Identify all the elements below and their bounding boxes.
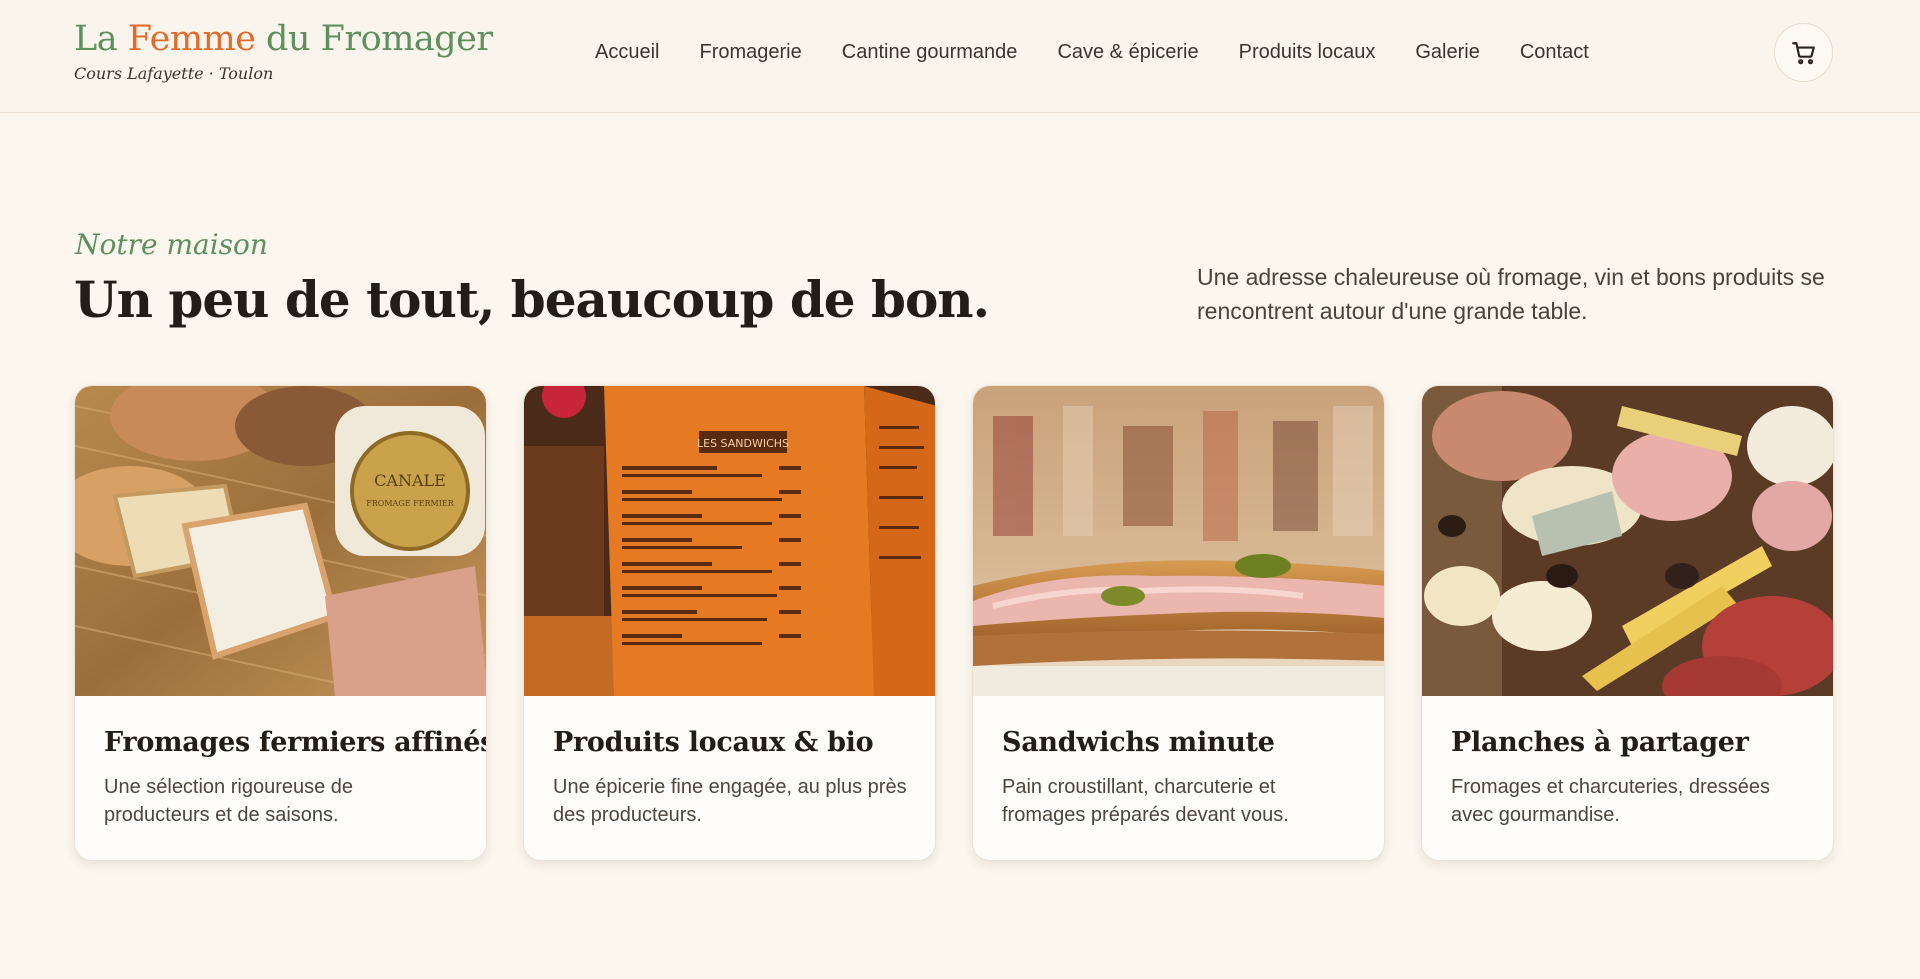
cheese-label-2: FROMAGE FERMIER xyxy=(366,499,454,508)
card-title: Sandwichs minute xyxy=(1002,727,1275,758)
feature-cards: CANALE FROMAGE FERMIER Fromages fermiers… xyxy=(74,385,1834,861)
nav-item-accueil[interactable]: Accueil xyxy=(595,39,659,65)
card-sandwichs[interactable]: Sandwichs minute Pain croustillant, char… xyxy=(972,385,1385,861)
nav-item-galerie[interactable]: Galerie xyxy=(1415,39,1479,65)
nav-item-contact[interactable]: Contact xyxy=(1520,39,1589,65)
section-headline: Un peu de tout, beaucoup de bon. xyxy=(74,270,990,329)
card-title: Planches à partager xyxy=(1451,727,1749,758)
card-produits-locaux[interactable]: LES SANDWICHS Produits locaux & bio Une … xyxy=(523,385,936,861)
brand-logo[interactable]: La Femme du Fromager Cours Lafayette · T… xyxy=(74,18,493,83)
brand-title-part2: du Fromager xyxy=(255,19,493,59)
nav-item-cantine-gourmande[interactable]: Cantine gourmande xyxy=(842,39,1018,65)
card-description: Une épicerie fine engagée, au plus près … xyxy=(553,776,907,826)
brand-title-part1: La xyxy=(74,19,128,59)
card-description: Pain croustillant, charcuterie et fromag… xyxy=(1002,776,1289,826)
cheese-label-1: CANALE xyxy=(374,471,446,490)
sandwich-menu-photo: LES SANDWICHS xyxy=(524,386,935,696)
baguette-sandwich-photo xyxy=(973,386,1384,696)
sharing-board-photo xyxy=(1422,386,1833,696)
nav-item-cave-epicerie[interactable]: Cave & épicerie xyxy=(1057,39,1198,65)
site-header: La Femme du Fromager Cours Lafayette · T… xyxy=(0,0,1920,113)
main-nav: Accueil Fromagerie Cantine gourmande Cav… xyxy=(595,39,1589,65)
section-kicker: Notre maison xyxy=(75,228,268,261)
menu-heading: LES SANDWICHS xyxy=(697,437,789,450)
card-planches[interactable]: Planches à partager Fromages et charcute… xyxy=(1421,385,1834,861)
brand-title-accent: Femme xyxy=(127,19,256,59)
nav-item-fromagerie[interactable]: Fromagerie xyxy=(699,39,801,65)
cart-icon xyxy=(1791,41,1815,64)
cheese-selection-photo: CANALE FROMAGE FERMIER xyxy=(75,386,486,696)
brand-title: La Femme du Fromager xyxy=(74,18,493,60)
brand-subtitle: Cours Lafayette · Toulon xyxy=(74,64,274,83)
nav-item-produits-locaux[interactable]: Produits locaux xyxy=(1239,39,1376,65)
cart-button[interactable] xyxy=(1774,23,1833,82)
card-description: Une sélection rigoureuse de producteurs … xyxy=(104,776,354,826)
card-title: Produits locaux & bio xyxy=(553,727,874,758)
card-title: Fromages fermiers affinés xyxy=(104,727,487,758)
card-fromages[interactable]: CANALE FROMAGE FERMIER Fromages fermiers… xyxy=(74,385,487,861)
section-intro-text: Une adresse chaleureuse où fromage, vin … xyxy=(1197,264,1825,324)
card-description: Fromages et charcuteries, dressées avec … xyxy=(1451,776,1771,826)
